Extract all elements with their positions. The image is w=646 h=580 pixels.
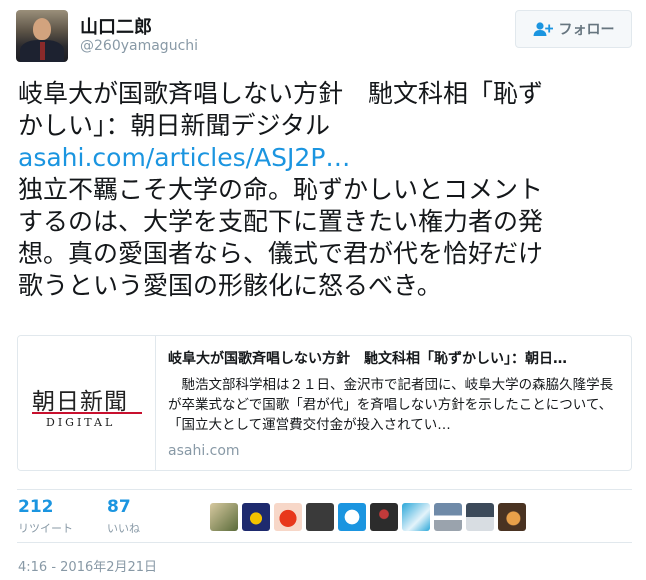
- card-description: 馳浩文部科学相は２１日、金沢市で記者団に、岐阜大学の森脇久隆学長が卒業式などで国…: [168, 377, 614, 433]
- user-handle[interactable]: @260yamaguchi: [80, 38, 198, 54]
- tweet-line: するのは、大学を支配下に置きたい権力者の発: [18, 207, 544, 236]
- liker-avatar[interactable]: [338, 503, 366, 531]
- liker-avatar[interactable]: [306, 503, 334, 531]
- divider-bottom: [17, 542, 632, 543]
- tweet-line: 歌うという愛国の形骸化に怒るべき。: [18, 271, 442, 300]
- like-count: 87: [107, 497, 131, 517]
- card-thumbnail: 朝日新聞 DIGITAL: [18, 336, 156, 470]
- follow-button[interactable]: フォロー: [515, 10, 632, 48]
- tweet-line: 岐阜大が国歌斉唱しない方針 馳文科相「恥ず: [18, 79, 544, 108]
- liker-avatar[interactable]: [498, 503, 526, 531]
- liker-avatar[interactable]: [370, 503, 398, 531]
- liker-avatar[interactable]: [210, 503, 238, 531]
- avatar-tie: [40, 42, 45, 60]
- display-name[interactable]: 山口二郎: [80, 13, 152, 39]
- liker-avatar[interactable]: [466, 503, 494, 531]
- card-body: 岐阜大が国歌斉唱しない方針 馳文科相「恥ずかしい」：朝日… 馳浩文部科学相は２１…: [168, 348, 623, 459]
- asahi-logo-text: 朝日新聞: [32, 389, 128, 415]
- liker-avatar[interactable]: [242, 503, 270, 531]
- retweet-stat[interactable]: 212 リツイート: [18, 497, 73, 536]
- like-label: いいね: [107, 522, 140, 535]
- tweet-line: 独立不羈こそ大学の命。恥ずかしいとコメント: [18, 175, 544, 204]
- asahi-logo-subtext: DIGITAL: [46, 416, 116, 429]
- tweet-line: かしい」：朝日新聞デジタル: [18, 111, 331, 140]
- divider-top: [17, 489, 632, 490]
- link-card[interactable]: 朝日新聞 DIGITAL 岐阜大が国歌斉唱しない方針 馳文科相「恥ずかしい」：朝…: [17, 335, 632, 471]
- card-domain: asahi.com: [168, 443, 240, 459]
- retweet-count: 212: [18, 497, 54, 517]
- follow-user-icon: [533, 22, 553, 36]
- retweet-label: リツイート: [18, 522, 73, 535]
- tweet-timestamp[interactable]: 4:16 - 2016年2月21日: [18, 556, 157, 575]
- avatar-face: [33, 18, 51, 40]
- avatar[interactable]: [16, 10, 68, 62]
- logo-rule: [32, 412, 142, 414]
- card-title: 岐阜大が国歌斉唱しない方針 馳文科相「恥ずかしい」：朝日…: [168, 351, 567, 367]
- follow-button-label: フォロー: [558, 22, 615, 38]
- tweet-line: 想。真の愛国者なら、儀式で君が代を恰好だけ: [18, 239, 544, 268]
- tweet-link[interactable]: asahi.com/articles/ASJ2P…: [18, 142, 633, 174]
- tweet-text: 岐阜大が国歌斉唱しない方針 馳文科相「恥ず かしい」：朝日新聞デジタル asah…: [18, 78, 633, 302]
- liker-avatar[interactable]: [274, 503, 302, 531]
- like-stat[interactable]: 87 いいね: [107, 497, 140, 536]
- liker-avatar[interactable]: [434, 503, 462, 531]
- liker-avatar[interactable]: [402, 503, 430, 531]
